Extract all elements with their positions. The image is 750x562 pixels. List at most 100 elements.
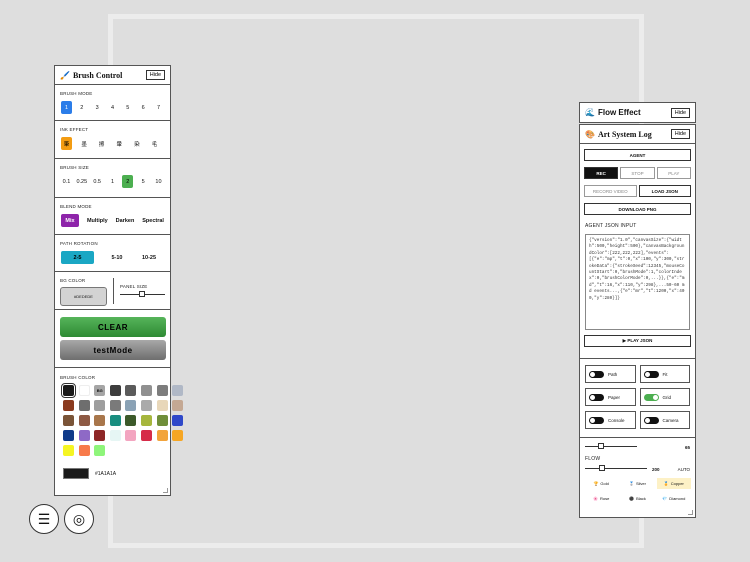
toggle-path[interactable]: Path xyxy=(585,365,636,383)
brush-mode-option[interactable]: 5 xyxy=(122,101,133,114)
brush-mode-option[interactable]: 2 xyxy=(76,101,87,114)
agent-button[interactable]: AGENT xyxy=(584,149,691,161)
color-swatch[interactable] xyxy=(125,385,137,396)
color-swatch[interactable] xyxy=(172,400,184,411)
color-swatch[interactable] xyxy=(140,385,152,396)
color-swatch[interactable] xyxy=(63,430,74,441)
toggle-switch[interactable] xyxy=(643,416,659,424)
color-swatch[interactable] xyxy=(109,430,121,441)
color-swatch[interactable] xyxy=(78,430,90,441)
color-swatch[interactable] xyxy=(156,430,168,441)
color-swatch[interactable] xyxy=(78,400,90,411)
auto-toggle[interactable]: AUTO xyxy=(678,467,690,472)
play-button[interactable]: PLAY xyxy=(656,167,691,179)
toggle-grid[interactable]: Grid xyxy=(639,388,690,406)
toggle-camera[interactable]: Camera xyxy=(639,411,690,429)
record-video-button[interactable]: RECORD VIDEO xyxy=(584,185,637,197)
color-swatch[interactable] xyxy=(140,430,152,441)
play-json-button[interactable]: ▶ PLAY JSON xyxy=(584,335,691,347)
color-swatch[interactable] xyxy=(109,400,121,411)
toggle-paper[interactable]: Paper xyxy=(585,388,636,406)
toggle-switch[interactable] xyxy=(643,393,659,401)
bg-color-picker[interactable]: #DEDEDE xyxy=(60,287,107,306)
toggle-switch[interactable] xyxy=(589,393,604,401)
color-swatch[interactable] xyxy=(78,385,90,396)
toggle-switch[interactable] xyxy=(643,370,659,378)
color-swatch[interactable] xyxy=(140,415,152,426)
color-swatch[interactable] xyxy=(109,385,121,396)
rec-button[interactable]: REC xyxy=(584,167,619,179)
toggle-fit[interactable]: Fit xyxy=(639,365,690,383)
load-json-button[interactable]: LOAD JSON xyxy=(638,185,691,197)
log-panel-hide-button[interactable]: Hide xyxy=(670,129,690,139)
material-silver[interactable]: 🥈 Silver xyxy=(620,478,654,489)
color-swatch[interactable] xyxy=(94,445,106,456)
color-swatch[interactable] xyxy=(156,415,168,426)
color-swatch[interactable] xyxy=(94,430,106,441)
flow-panel-title-bar[interactable]: 🌊 Flow Effect Hide xyxy=(580,103,695,122)
path-rotation-option[interactable]: 5-10 xyxy=(108,251,126,264)
panel-size-knob[interactable] xyxy=(138,291,145,297)
toggle-switch[interactable] xyxy=(589,370,604,378)
blend-mode-option[interactable]: Darken xyxy=(116,214,135,227)
ink-effect-option[interactable]: 染 xyxy=(131,137,142,150)
json-input-textarea[interactable]: {"version":"1.0","canvasSize":{"width":5… xyxy=(585,234,690,330)
brush-mode-option[interactable]: 4 xyxy=(107,101,118,114)
brush-size-option[interactable]: 2 xyxy=(122,175,134,188)
color-swatch[interactable] xyxy=(172,385,184,396)
brush-size-option[interactable]: 5 xyxy=(138,175,149,188)
color-swatch[interactable] xyxy=(125,415,137,426)
material-copper[interactable]: 🏅 Copper xyxy=(656,478,691,489)
blend-mode-option[interactable]: Multiply xyxy=(87,214,108,227)
material-diamond[interactable]: 💎 Diamond xyxy=(657,493,691,504)
brush-size-option[interactable]: 1 xyxy=(107,175,118,188)
download-png-button[interactable]: DOWNLOAD PNG xyxy=(584,203,691,215)
path-rotation-option[interactable]: 10-25 xyxy=(140,251,158,264)
brush-size-option[interactable]: 0.1 xyxy=(61,175,72,188)
material-rose[interactable]: 🌸 Rose xyxy=(584,493,618,504)
flow-slider[interactable] xyxy=(585,465,647,472)
slider-1[interactable] xyxy=(585,443,637,450)
ink-effect-option[interactable]: 毛 xyxy=(149,137,160,150)
ink-effect-option[interactable]: 暈 xyxy=(114,137,125,150)
brush-mode-option[interactable]: 7 xyxy=(153,101,164,114)
color-swatch[interactable] xyxy=(61,383,76,398)
brush-panel-hide-button[interactable]: Hide xyxy=(145,70,165,80)
brush-size-option[interactable]: 0.5 xyxy=(92,175,103,188)
brush-size-option[interactable]: 10 xyxy=(153,175,164,188)
color-swatch[interactable] xyxy=(78,445,90,456)
color-swatch[interactable] xyxy=(125,430,137,441)
brush-size-option[interactable]: 0.25 xyxy=(76,175,87,188)
brush-panel-title-bar[interactable]: 🖌️ Brush Control Hide xyxy=(55,66,170,85)
blend-mode-option[interactable]: Spectral xyxy=(142,214,164,227)
material-gold[interactable]: 🏆 Gold xyxy=(584,478,618,489)
ink-effect-option[interactable]: 筆 xyxy=(61,137,72,150)
ink-effect-option[interactable]: 擦 xyxy=(96,137,107,150)
color-swatch[interactable] xyxy=(125,400,137,411)
color-swatch[interactable] xyxy=(156,385,168,396)
color-swatch[interactable]: BG xyxy=(94,385,106,396)
color-swatch[interactable] xyxy=(172,430,184,441)
ink-effect-option[interactable]: 墨 xyxy=(79,137,90,150)
brush-panel-resize-handle[interactable] xyxy=(163,488,168,493)
color-swatch[interactable] xyxy=(63,445,74,456)
path-rotation-option[interactable]: 2-5 xyxy=(61,251,94,264)
clear-button[interactable]: CLEAR xyxy=(60,317,166,337)
test-mode-button[interactable]: testMode xyxy=(60,340,166,360)
material-black[interactable]: ⚫ Black xyxy=(620,493,654,504)
toggle-console[interactable]: Console xyxy=(585,411,636,429)
color-swatch[interactable] xyxy=(156,400,168,411)
log-panel-resize-handle[interactable] xyxy=(688,510,693,515)
color-swatch[interactable] xyxy=(109,415,121,426)
brush-mode-option[interactable]: 6 xyxy=(138,101,149,114)
stop-button[interactable]: STOP xyxy=(620,167,655,179)
panel-size-slider[interactable] xyxy=(120,291,165,298)
color-swatch[interactable] xyxy=(94,415,106,426)
menu-button[interactable]: ☰ xyxy=(29,504,59,534)
color-swatch[interactable] xyxy=(172,415,184,426)
flow-panel-hide-button[interactable]: Hide xyxy=(670,107,690,118)
color-swatch[interactable] xyxy=(94,400,106,411)
current-color-swatch[interactable] xyxy=(63,468,89,479)
flow-slider-knob[interactable] xyxy=(599,465,606,471)
color-swatch[interactable] xyxy=(140,400,152,411)
